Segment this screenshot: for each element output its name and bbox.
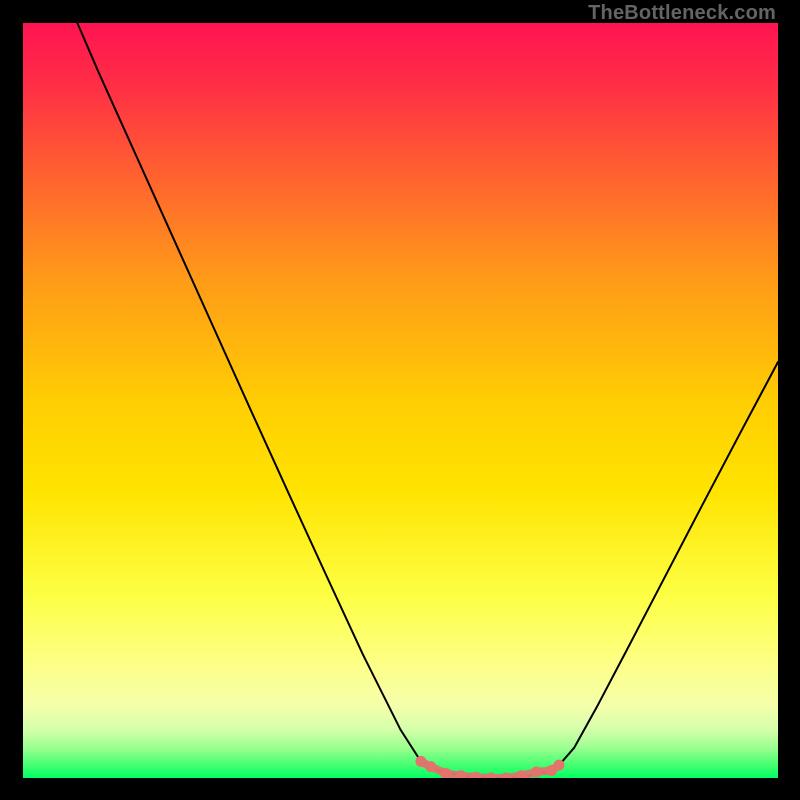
watermark-text: TheBottleneck.com: [588, 2, 776, 25]
chart-frame: [23, 23, 778, 778]
bottleneck-chart: [23, 23, 778, 778]
optimal-band-dot: [415, 756, 426, 767]
optimal-band-dot: [425, 761, 436, 772]
gradient-background: [23, 23, 778, 778]
optimal-band-dot: [554, 760, 565, 771]
optimal-band-dot: [531, 766, 542, 777]
